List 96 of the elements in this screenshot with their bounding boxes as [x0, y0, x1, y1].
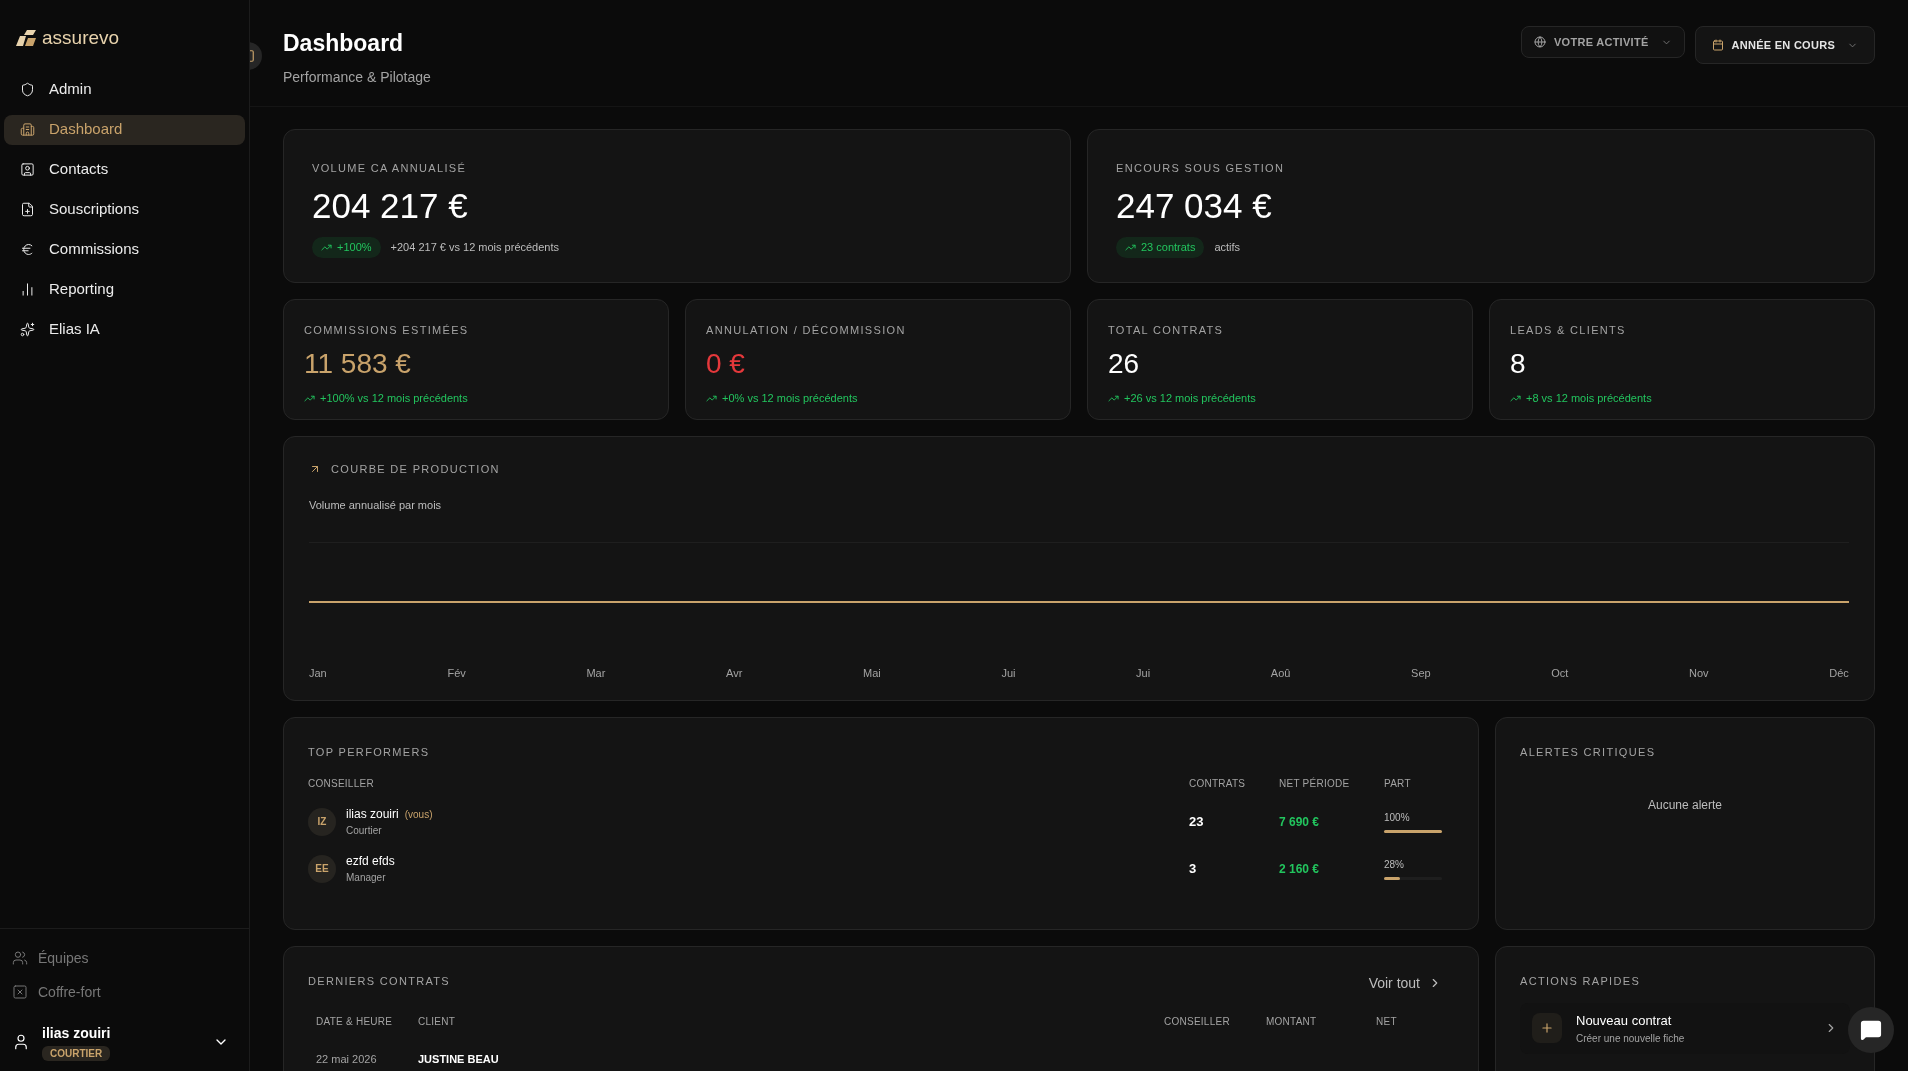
- metric-value: 204 217 €: [312, 188, 469, 223]
- nav-item[interactable]: Souscriptions: [4, 194, 245, 225]
- axis-label: Jui: [1136, 665, 1151, 681]
- filter-dropdown[interactable]: ANNÉE EN COURS: [1694, 26, 1875, 64]
- card-title: ALERTES CRITIQUES: [1520, 744, 1657, 760]
- globe-icon: [1534, 36, 1546, 48]
- bar-chart-icon: [20, 282, 35, 297]
- axis-label: Déc: [1829, 665, 1849, 681]
- nav-item[interactable]: Elias IA: [4, 314, 245, 345]
- advisor-role: Manager: [346, 871, 387, 885]
- avatar: IZ: [308, 807, 336, 836]
- axis-label: Mai: [863, 665, 881, 681]
- table-cell-text: JUSTINE BEAU: [418, 1051, 500, 1067]
- card-title: ANNULATION / DÉCOMMISSION: [706, 322, 907, 338]
- column-header: PART: [1384, 777, 1412, 791]
- brand-name: assurevo: [42, 26, 120, 50]
- trend-text: +26 vs 12 mois précédents: [1124, 391, 1256, 406]
- advisor-role: Courtier: [346, 824, 383, 838]
- card-title: ENCOURS SOUS GESTION: [1116, 160, 1286, 176]
- advisor-name: ilias zouiri: [346, 806, 399, 823]
- table-cell-text: 22 mai 2026: [316, 1051, 378, 1067]
- nav-item[interactable]: Commissions: [4, 234, 245, 265]
- metric-note: actifs: [1214, 240, 1241, 255]
- metric-value: 11 583 €: [304, 350, 412, 378]
- users-icon: [12, 950, 28, 966]
- card-title: DERNIERS CONTRATS: [308, 973, 451, 989]
- card-title: TOP PERFORMERS: [308, 744, 431, 760]
- file-plus-icon: [20, 202, 35, 217]
- trend-text: +0% vs 12 mois précédents: [722, 391, 858, 406]
- trend-text: +100% vs 12 mois précédents: [320, 391, 468, 406]
- column-header: CONSEILLER: [308, 777, 375, 791]
- nav-item[interactable]: Dashboard: [4, 114, 245, 145]
- metric-value: 26: [1108, 350, 1141, 378]
- page-subtitle: Performance & Pilotage: [283, 67, 431, 87]
- column-header: NET PÉRIODE: [1279, 776, 1351, 791]
- column-header: DATE & HEURE: [316, 1014, 394, 1029]
- column-header: MONTANT: [1266, 1014, 1318, 1029]
- column-header: NET: [1376, 1014, 1398, 1029]
- axis-label: Sep: [1411, 665, 1431, 681]
- metric-value: 8: [1510, 350, 1527, 378]
- badge-text: 23 contrats: [1141, 240, 1196, 255]
- column-header: CLIENT: [418, 1014, 457, 1029]
- axis-label: Aoû: [1270, 665, 1291, 681]
- metric-value: 0 €: [706, 350, 746, 378]
- table-cell-text: 3: [1189, 859, 1198, 878]
- see-all-link[interactable]: Voir tout: [1368, 972, 1442, 994]
- share-text: 100%: [1384, 811, 1411, 825]
- axis-label: Jui: [1001, 665, 1016, 681]
- trend-text: +8 vs 12 mois précédents: [1526, 391, 1652, 406]
- card-title: LEADS & CLIENTS: [1510, 322, 1627, 338]
- shield-icon: [20, 82, 35, 97]
- card-title: COMMISSIONS ESTIMÉES: [304, 322, 470, 338]
- euro-icon: [20, 242, 35, 257]
- nav-item[interactable]: Contacts: [4, 154, 245, 185]
- axis-label: Avr: [726, 665, 743, 681]
- sparkles-icon: [20, 322, 35, 337]
- column-header: CONSEILLER: [1164, 1014, 1231, 1029]
- chat-bubble-icon: [1860, 1019, 1882, 1041]
- page-title: Dashboard: [283, 29, 405, 58]
- table-cell-text: 2 160 €: [1279, 860, 1321, 878]
- calendar-icon: [1711, 39, 1724, 51]
- empty-state-text: Aucune alerte: [1647, 797, 1723, 814]
- card-title: TOTAL CONTRATS: [1108, 322, 1225, 338]
- metric-value: 247 034 €: [1116, 188, 1273, 223]
- table-cell-text: 7 690 €: [1279, 813, 1321, 831]
- axis-label: Fév: [447, 665, 466, 681]
- role-badge: COURTIER: [42, 1046, 111, 1061]
- user-icon: [12, 1033, 30, 1051]
- axis-label: Oct: [1551, 665, 1569, 681]
- axis-label: Jan: [309, 665, 327, 681]
- avatar: EE: [308, 854, 336, 883]
- share-text: 28%: [1384, 858, 1405, 872]
- nav-item[interactable]: Reporting: [4, 274, 245, 305]
- nav-item[interactable]: Admin: [4, 74, 245, 105]
- logo-icon: [14, 30, 38, 47]
- building-icon: [20, 122, 35, 137]
- plus-glyph-icon: [1540, 1021, 1554, 1036]
- table-cell-text: 23: [1189, 812, 1205, 831]
- user-name: ilias zouiri: [42, 1024, 111, 1043]
- nav-item[interactable]: Équipes: [0, 941, 249, 975]
- square-x-icon: [12, 984, 28, 1000]
- column-header: CONTRATS: [1189, 777, 1247, 791]
- card-title: VOLUME CA ANNUALISÉ: [312, 160, 468, 176]
- you-tag: (vous): [404, 806, 433, 822]
- axis-label: Nov: [1689, 665, 1709, 681]
- contact-card-icon: [20, 162, 35, 177]
- filter-dropdown[interactable]: VOTRE ACTIVITÉ: [1521, 26, 1685, 58]
- axis-label: Mar: [586, 665, 606, 681]
- chat-button[interactable]: [1848, 1007, 1894, 1053]
- metric-note: +204 217 € vs 12 mois précédents: [390, 240, 560, 255]
- card-title: COURBE DE PRODUCTION: [331, 461, 500, 477]
- chart-subtitle: Volume annualisé par mois: [309, 498, 443, 513]
- nav-item[interactable]: Coffre-fort: [0, 975, 249, 1009]
- card-title: ACTIONS RAPIDES: [1520, 973, 1642, 989]
- advisor-name: ezfd efds: [346, 853, 395, 870]
- badge-text: +100%: [337, 240, 372, 255]
